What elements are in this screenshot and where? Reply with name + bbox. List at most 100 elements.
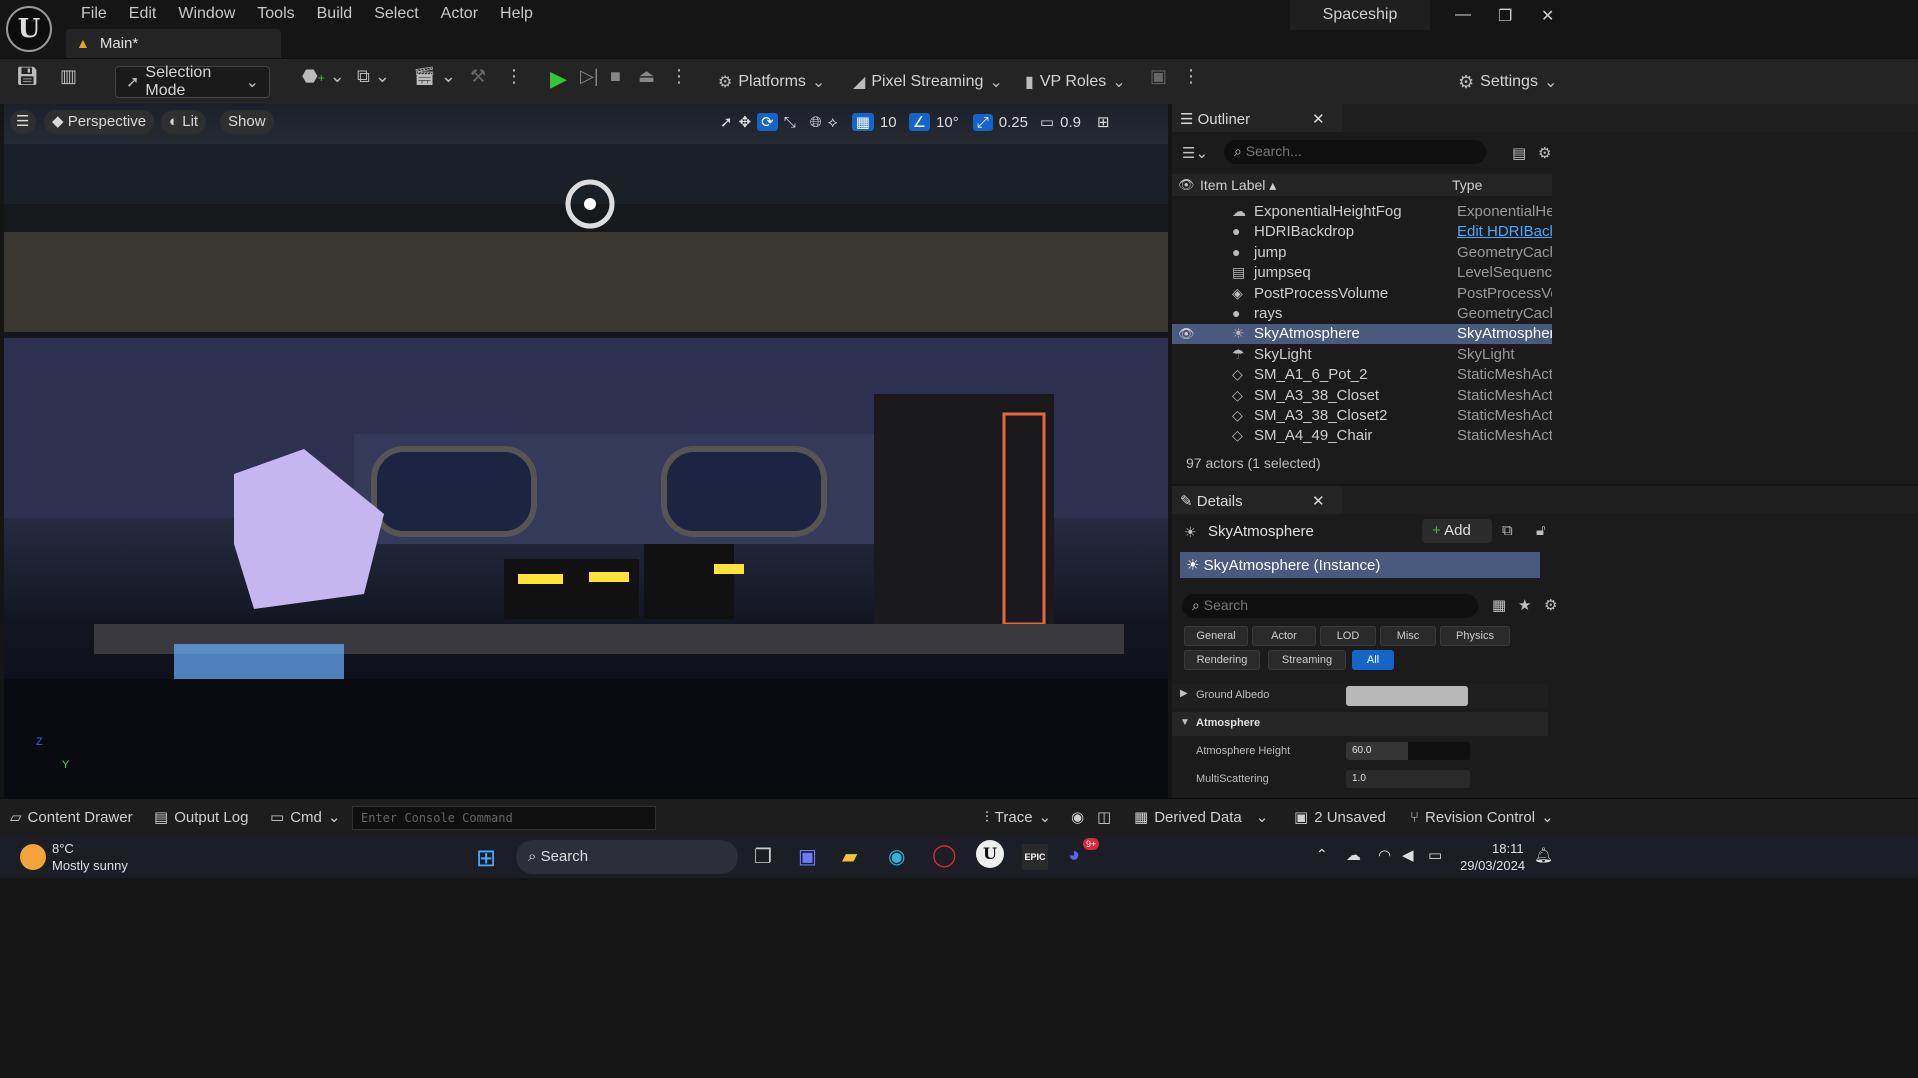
edge-icon[interactable]: ◉ <box>888 844 905 869</box>
rotate-tool-icon[interactable]: ⟳ <box>757 113 778 131</box>
blueprint-icon[interactable]: ⧉ ⌄ <box>357 66 390 98</box>
close-tab-icon[interactable]: ✕ <box>1312 492 1325 510</box>
category-rendering[interactable]: Rendering <box>1184 650 1260 670</box>
gear-icon[interactable]: ⚙ <box>1544 596 1557 614</box>
eject-icon[interactable]: ⏏ <box>638 66 655 98</box>
play-icon[interactable]: ▶ <box>550 66 567 98</box>
item-label-column[interactable]: Item Label ▴ <box>1200 177 1276 194</box>
windows-start-icon[interactable]: ⊞ <box>476 844 496 873</box>
outliner-tab[interactable]: ☰ Outliner ✕ <box>1172 104 1342 132</box>
settings-button[interactable]: ⚙ Settings ⌄ <box>1458 66 1557 98</box>
category-misc[interactable]: Misc <box>1380 626 1436 646</box>
outliner-row[interactable]: ◇ SM_A3_38_Closet StaticMeshAct <box>1172 386 1552 406</box>
clock-time[interactable]: 18:11 <box>1492 841 1524 856</box>
filter-icon[interactable]: ☰⌄ <box>1182 144 1208 162</box>
discord-icon[interactable]: ◕ <box>1068 844 1080 867</box>
teams-icon[interactable]: ▣ <box>798 844 817 869</box>
layout-icon[interactable]: ⊞ <box>1097 113 1110 131</box>
outliner-row[interactable]: ☁ ExponentialHeightFog ExponentialHei <box>1172 202 1552 222</box>
menu-file[interactable]: File <box>70 3 118 25</box>
selection-mode-button[interactable]: ➚ Selection Mode ⌄ <box>115 64 270 99</box>
outliner-row[interactable]: 👁︎ ☀ SkyAtmosphere SkyAtmospher <box>1172 324 1552 345</box>
surface-snap-icon[interactable]: ⟡ <box>828 114 838 131</box>
camera-icon[interactable]: ▣ <box>1150 66 1167 98</box>
visibility-icon[interactable]: 👁︎ <box>1178 177 1195 193</box>
category-all[interactable]: All <box>1352 650 1394 670</box>
cinematics-icon[interactable]: 🎬︎ ⌄ <box>413 66 456 98</box>
menu-help[interactable]: Help <box>489 3 544 25</box>
outliner-row[interactable]: ◈ PostProcessVolume PostProcessVo <box>1172 284 1552 304</box>
grid-snap-icon[interactable]: ▦ <box>851 113 874 131</box>
component-instance-row[interactable]: ☀ SkyAtmosphere (Instance) <box>1180 552 1540 578</box>
gear-icon[interactable]: ⚙ <box>1538 144 1551 162</box>
unreal-logo-icon[interactable]: U <box>6 6 52 52</box>
type-column[interactable]: Type <box>1452 177 1482 193</box>
weather-status[interactable]: Mostly sunny <box>52 858 128 873</box>
grid-snap-value[interactable]: 10 <box>880 114 897 131</box>
expand-arrow-icon[interactable]: ▶ <box>1180 688 1188 699</box>
more-options-icon[interactable]: ⋮ <box>505 66 523 98</box>
atmosphere-section-header[interactable]: ▼ Atmosphere <box>1172 712 1548 736</box>
clock-date[interactable]: 29/03/2024 <box>1460 858 1525 873</box>
camera-speed-value[interactable]: 0.9 <box>1060 114 1081 131</box>
scale-snap-icon[interactable]: ⤢ <box>972 113 993 131</box>
camera-speed-icon[interactable]: ▭ <box>1040 113 1054 131</box>
epic-games-icon[interactable]: EPIC <box>1022 844 1048 870</box>
lock-icon[interactable]: 🔓︎ <box>1536 522 1546 539</box>
vp-roles-button[interactable]: ▮ VP Roles ⌄ <box>1025 66 1126 98</box>
perspective-button[interactable]: ◆ Perspective <box>44 110 155 134</box>
category-streaming[interactable]: Streaming <box>1268 650 1346 670</box>
outliner-row[interactable]: ◇ SM_A1_6_Pot_2 StaticMeshAct <box>1172 365 1552 385</box>
menu-build[interactable]: Build <box>306 3 364 25</box>
category-physics[interactable]: Physics <box>1440 626 1510 646</box>
battery-icon[interactable]: ▭ <box>1428 846 1442 864</box>
menu-tools[interactable]: Tools <box>246 3 305 25</box>
details-tab[interactable]: ✎ Details ✕ <box>1172 486 1342 514</box>
weather-icon[interactable] <box>20 844 46 870</box>
outliner-row[interactable]: ● HDRIBackdrop Edit HDRIBack <box>1172 222 1552 242</box>
category-lod[interactable]: LOD <box>1320 626 1376 646</box>
output-log-button[interactable]: ▤ Output Log <box>154 808 248 827</box>
record-icon[interactable]: ◉ <box>1071 808 1084 826</box>
menu-actor[interactable]: Actor <box>430 3 489 25</box>
speaker-icon[interactable]: ◀ <box>1402 846 1414 864</box>
wifi-icon[interactable]: ◠ <box>1378 846 1391 864</box>
unsaved-button[interactable]: ▣ 2 Unsaved <box>1294 808 1386 827</box>
modeling-icon[interactable]: ⚒ <box>470 66 486 98</box>
notifications-icon[interactable]: 🔔︎ <box>1534 846 1553 864</box>
show-button[interactable]: Show <box>220 110 274 134</box>
chevron-up-icon[interactable]: ⌃ <box>1316 846 1328 863</box>
task-view-icon[interactable]: ❐ <box>754 844 772 869</box>
trace-button[interactable]: ⫶ Trace ⌄ <box>985 808 1051 827</box>
collapse-arrow-icon[interactable]: ▼ <box>1180 717 1190 728</box>
visibility-icon[interactable]: 👁︎ <box>1178 326 1195 342</box>
browse-icon[interactable]: ▥ <box>60 66 77 98</box>
more-options-icon[interactable]: ⋮ <box>1182 66 1200 98</box>
scale-snap-value[interactable]: 0.25 <box>999 114 1028 131</box>
table-view-icon[interactable]: ▦ <box>1492 596 1506 614</box>
world-local-icon[interactable]: 🌐︎ <box>810 114 822 131</box>
file-explorer-icon[interactable]: ▰ <box>842 844 857 869</box>
platforms-button[interactable]: ⚙ Platforms ⌄ <box>718 66 825 98</box>
outliner-row[interactable]: ● jump GeometryCach <box>1172 243 1552 263</box>
level-viewport[interactable]: ☰ ◆ Perspective ◐ Lit Show ➚ ✥ ⟳ ⤡ 🌐︎ ⟡ … <box>4 104 1168 798</box>
taskbar-search[interactable]: ⌕ Search <box>516 840 738 874</box>
cmd-dropdown[interactable]: ▭ Cmd ⌄ <box>270 808 340 827</box>
rotation-snap-value[interactable]: 10° <box>936 114 959 131</box>
document-tab-main[interactable]: ▲ Main* <box>66 29 281 58</box>
content-drawer-button[interactable]: ▱ Content Drawer <box>10 808 133 827</box>
multiscattering-field[interactable]: 1.0 <box>1346 770 1470 788</box>
ground-albedo-color-swatch[interactable] <box>1346 686 1468 706</box>
details-search-input[interactable]: ⌕ Search <box>1182 594 1478 618</box>
outliner-search-input[interactable]: ⌕ Search... <box>1224 140 1486 164</box>
outliner-row[interactable]: ◇ SM_A4_49_Chair StaticMeshAct <box>1172 426 1552 446</box>
save-icon[interactable]: 💾︎ <box>16 66 39 98</box>
rotation-snap-icon[interactable]: ∠ <box>908 113 931 131</box>
weather-temp[interactable]: 8°C <box>52 841 74 856</box>
menu-select[interactable]: Select <box>363 3 429 25</box>
close-button[interactable]: ✕ <box>1541 6 1554 26</box>
star-icon[interactable]: ★ <box>1518 596 1531 614</box>
new-folder-icon[interactable]: ▤ <box>1512 144 1526 162</box>
minimize-button[interactable]: — <box>1455 6 1471 24</box>
translate-tool-icon[interactable]: ✥ <box>739 113 752 131</box>
